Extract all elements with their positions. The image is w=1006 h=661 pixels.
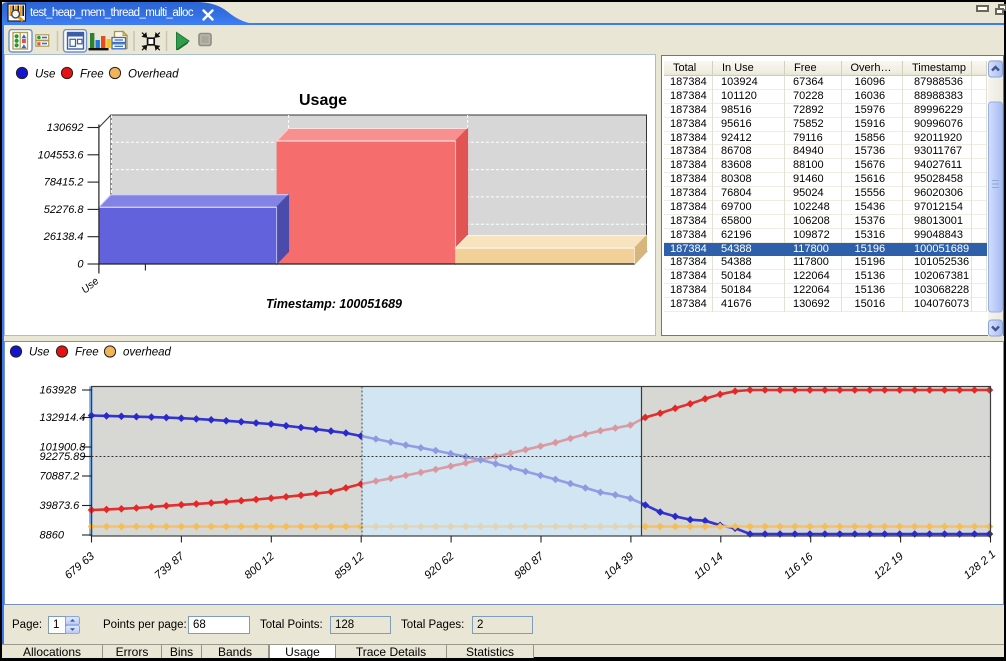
svg-text:104553.6: 104553.6 — [38, 149, 85, 161]
svg-text:Free: Free — [75, 347, 99, 359]
svg-text:Use: Use — [35, 69, 55, 81]
svg-text:overhead: overhead — [123, 347, 172, 359]
svg-text:8860: 8860 — [40, 530, 65, 542]
svg-text:39873.6: 39873.6 — [40, 500, 81, 512]
svg-text:Use: Use — [79, 275, 101, 296]
svg-text:122 19: 122 19 — [872, 550, 907, 582]
svg-text:Overhead: Overhead — [128, 69, 179, 81]
svg-text:800 12: 800 12 — [243, 550, 278, 582]
svg-text:116 16: 116 16 — [782, 550, 816, 581]
svg-text:Timestamp: 100051689: Timestamp: 100051689 — [266, 297, 402, 311]
svg-text:128 2 1: 128 2 1 — [962, 548, 999, 581]
svg-text:920 62: 920 62 — [422, 550, 457, 582]
svg-text:Free: Free — [80, 69, 104, 81]
svg-text:739 87: 739 87 — [153, 550, 188, 582]
svg-text:Usage: Usage — [299, 92, 347, 109]
svg-text:78415.2: 78415.2 — [44, 177, 84, 189]
svg-text:163928: 163928 — [40, 385, 78, 397]
svg-text:130692: 130692 — [47, 122, 84, 134]
svg-text:104 39: 104 39 — [602, 550, 637, 582]
svg-text:132914.4: 132914.4 — [40, 412, 86, 424]
svg-text:0: 0 — [77, 259, 84, 271]
svg-text:70887.2: 70887.2 — [40, 471, 80, 483]
svg-text:110 14: 110 14 — [692, 551, 726, 582]
svg-text:980 87: 980 87 — [512, 550, 547, 582]
svg-text:Use: Use — [29, 347, 49, 359]
svg-text:52276.8: 52276.8 — [44, 204, 85, 216]
svg-text:679 63: 679 63 — [63, 550, 98, 582]
svg-text:92275.89: 92275.89 — [40, 451, 86, 463]
svg-text:26138.4: 26138.4 — [43, 231, 84, 243]
svg-text:859 12: 859 12 — [332, 550, 367, 582]
